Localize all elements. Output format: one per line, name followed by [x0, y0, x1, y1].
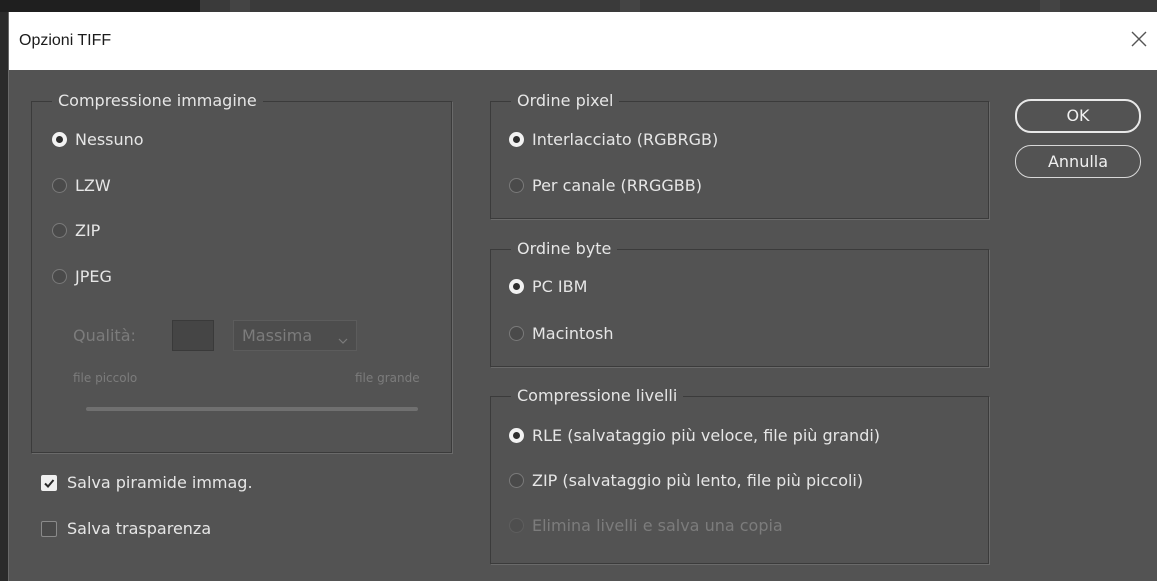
checkbox-icon [41, 520, 57, 537]
radio-compression-zip[interactable]: ZIP [52, 221, 100, 240]
quality-value-field[interactable] [172, 320, 214, 351]
radio-selected-icon [509, 428, 524, 443]
radio-layer-rle[interactable]: RLE (salvataggio più veloce, file più gr… [509, 426, 880, 445]
ok-button[interactable]: OK [1015, 99, 1141, 133]
image-compression-legend: Compressione immagine [58, 91, 257, 110]
radio-icon [52, 269, 67, 284]
radio-label: ZIP (salvataggio più lento, file più pic… [532, 471, 864, 490]
checkbox-label: Salva trasparenza [67, 519, 212, 538]
tiff-options-dialog: Opzioni TIFF Compressione immagine Nessu… [8, 12, 1157, 581]
background-app-strip [0, 0, 1157, 12]
radio-icon [509, 473, 524, 488]
radio-icon [52, 223, 67, 238]
radio-pixel-interleaved[interactable]: Interlacciato (RGBRGB) [509, 130, 718, 149]
radio-label: PC IBM [532, 277, 588, 296]
radio-compression-none[interactable]: Nessuno [52, 130, 144, 149]
radio-label: Per canale (RRGGBB) [532, 176, 702, 195]
checkbox-checked-icon [41, 474, 57, 491]
radio-label: Nessuno [75, 130, 144, 149]
cancel-button[interactable]: Annulla [1015, 145, 1141, 178]
radio-label: LZW [75, 176, 111, 195]
quality-slider[interactable] [86, 407, 418, 411]
radio-byte-macintosh[interactable]: Macintosh [509, 324, 614, 343]
byte-order-legend: Ordine byte [517, 239, 612, 258]
radio-selected-icon [509, 279, 524, 294]
pixel-order-group: Ordine pixel [490, 92, 989, 219]
radio-compression-jpeg[interactable]: JPEG [52, 267, 112, 286]
checkbox-save-pyramid[interactable]: Salva piramide immag. [41, 473, 253, 492]
radio-icon [509, 178, 524, 193]
dialog-title: Opzioni TIFF [19, 32, 112, 49]
quality-preset-value: Massima [242, 326, 313, 345]
checkbox-label: Salva piramide immag. [67, 473, 253, 492]
dialog-content: Compressione immagine Nessuno LZW ZIP JP… [9, 70, 1157, 581]
radio-byte-pc-ibm[interactable]: PC IBM [509, 277, 587, 296]
radio-disabled-icon [509, 518, 524, 533]
radio-layer-zip[interactable]: ZIP (salvataggio più lento, file più pic… [509, 471, 863, 490]
layer-compression-legend: Compressione livelli [517, 386, 678, 405]
small-file-label: file piccolo [73, 371, 138, 385]
pixel-order-legend: Ordine pixel [517, 91, 614, 110]
radio-icon [52, 178, 67, 193]
radio-pixel-per-channel[interactable]: Per canale (RRGGBB) [509, 176, 702, 195]
checkbox-save-transparency[interactable]: Salva trasparenza [41, 519, 211, 538]
radio-label: ZIP [75, 221, 101, 240]
radio-label: Interlacciato (RGBRGB) [532, 130, 719, 149]
radio-label: Macintosh [532, 324, 614, 343]
quality-label: Qualità: [73, 326, 136, 345]
radio-selected-icon [509, 132, 524, 147]
chevron-down-icon [338, 331, 348, 344]
radio-label: Elimina livelli e salva una copia [532, 516, 783, 535]
radio-icon [509, 326, 524, 341]
title-bar: Opzioni TIFF [9, 12, 1157, 70]
radio-compression-lzw[interactable]: LZW [52, 176, 111, 195]
quality-preset-select[interactable]: Massima [233, 320, 357, 351]
close-icon[interactable] [1128, 28, 1150, 50]
large-file-label: file grande [355, 371, 420, 385]
radio-selected-icon [52, 132, 67, 147]
byte-order-group: Ordine byte [490, 240, 989, 367]
radio-layer-discard: Elimina livelli e salva una copia [509, 516, 783, 535]
radio-label: JPEG [75, 267, 112, 286]
radio-label: RLE (salvataggio più veloce, file più gr… [532, 426, 881, 445]
